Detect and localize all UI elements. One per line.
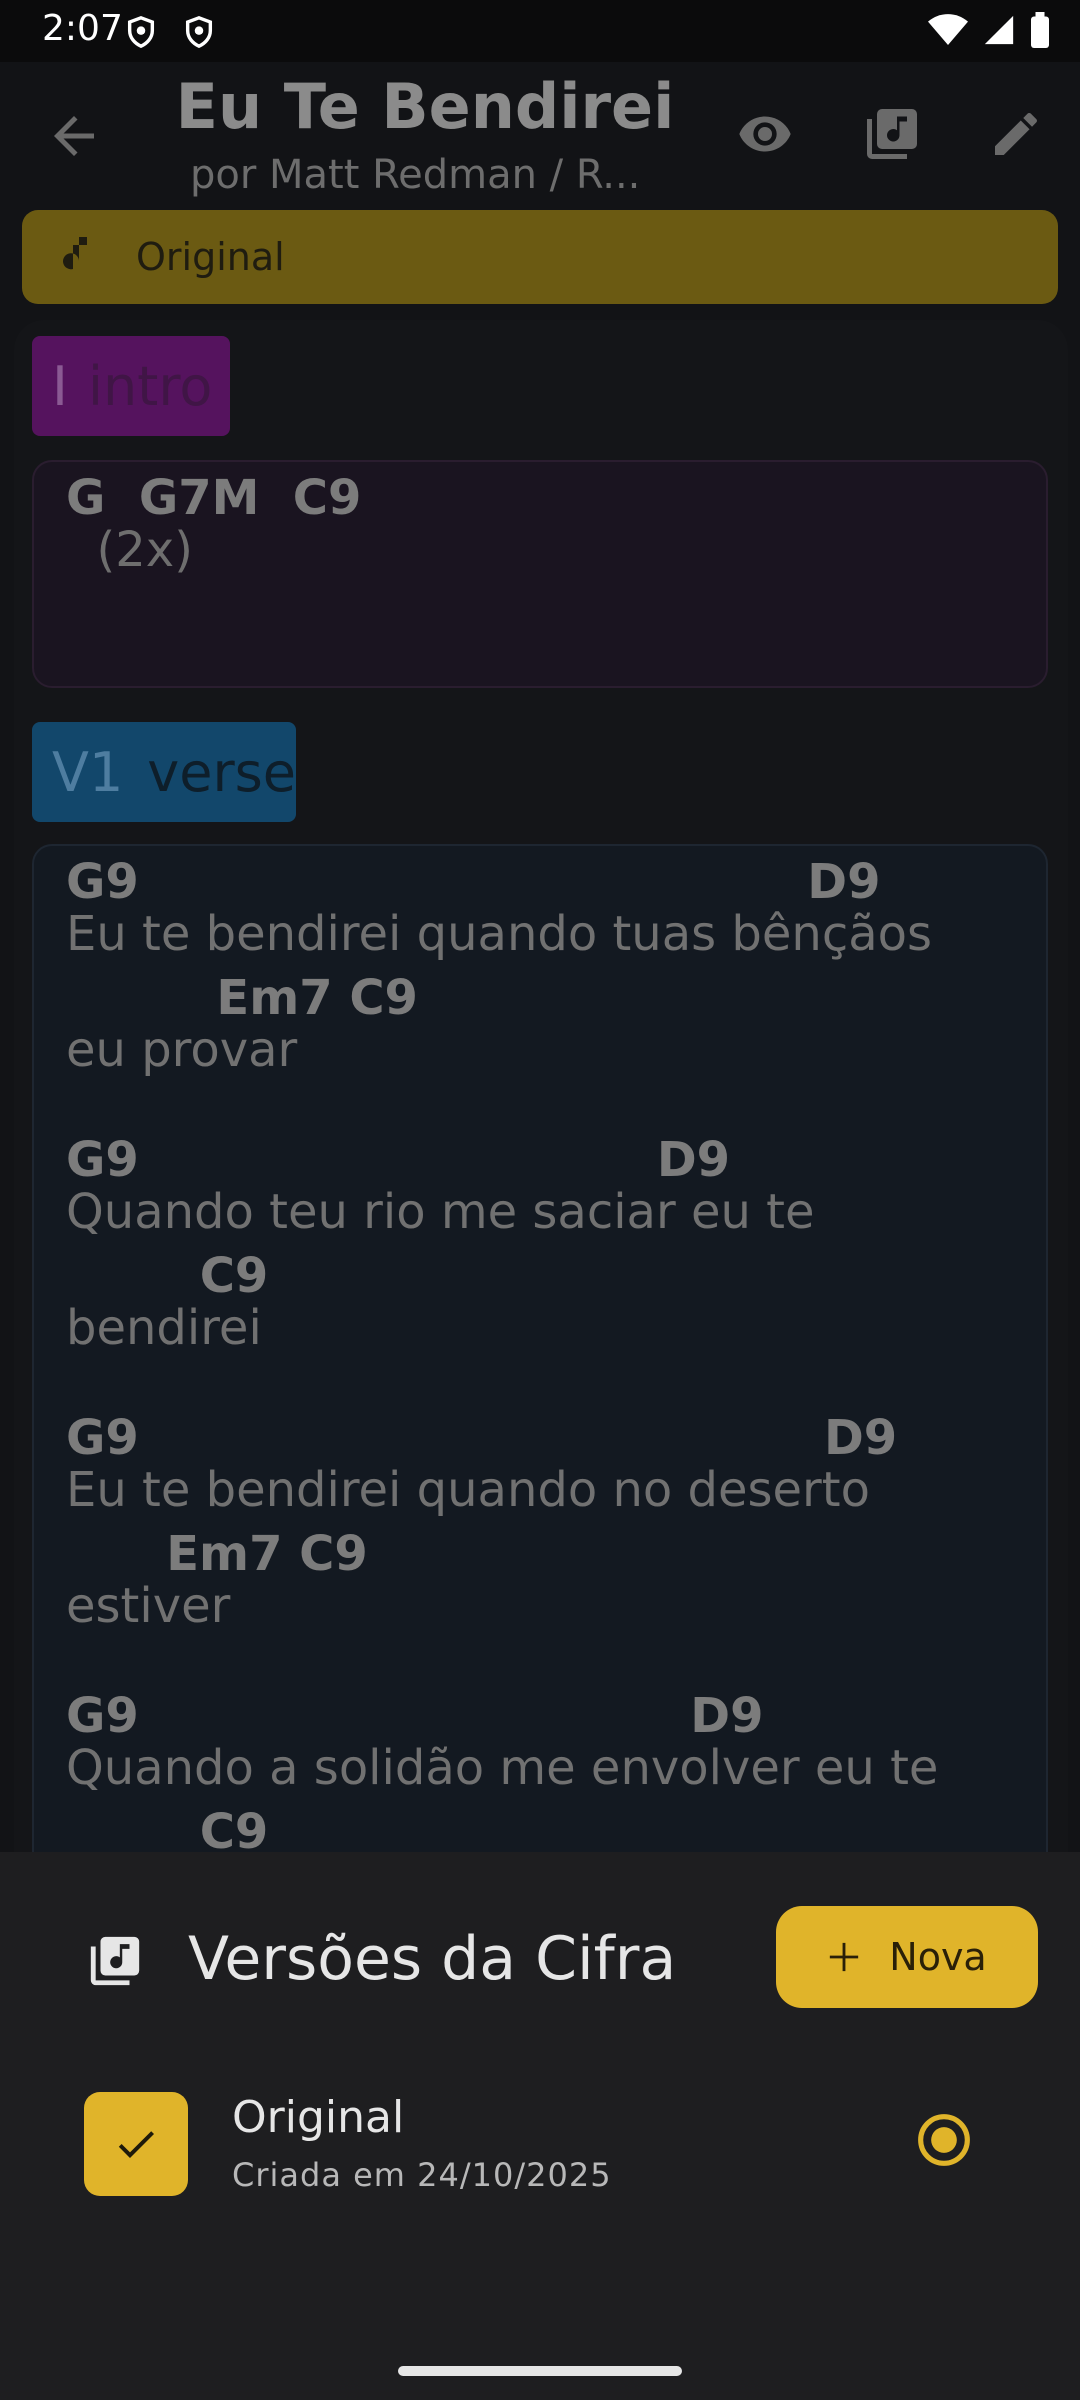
music-library-icon[interactable] — [862, 104, 922, 164]
chord-line: G9 D9 — [66, 1410, 898, 1466]
chord-line: G G7M C9 — [66, 470, 362, 526]
plus-icon — [830, 1942, 859, 1972]
lyric-line: eu provar — [66, 1022, 298, 1078]
battery-icon — [1031, 12, 1049, 48]
music-library-icon — [90, 1936, 140, 1986]
chord-line: G9 D9 — [66, 854, 881, 910]
sheet-title: Versões da Cifra — [188, 1924, 677, 1994]
app-bar: Eu Te Bendirei por Matt Redman / R... — [0, 62, 1080, 210]
chord-line: G9 D9 — [66, 1132, 731, 1188]
version-check-tile — [84, 2092, 188, 2196]
signal-icon — [984, 15, 1014, 45]
version-date: Criada em 24/10/2025 — [232, 2156, 612, 2194]
section-tag-verse[interactable]: V1 verse — [32, 722, 296, 822]
shield-icon — [127, 16, 155, 49]
section-code: I — [52, 354, 68, 418]
music-note-icon — [63, 237, 87, 270]
section-tag-intro[interactable]: I intro — [32, 336, 230, 436]
status-time: 2:07 — [42, 8, 123, 49]
repeat-note: (2x) — [66, 522, 193, 578]
song-artist: por Matt Redman / R... — [190, 152, 641, 198]
version-chip-label: Original — [136, 235, 285, 279]
shield-icon — [185, 16, 213, 49]
chord-line: G9 D9 — [66, 1688, 764, 1744]
new-version-button[interactable]: Nova — [776, 1906, 1038, 2008]
lyric-line: Eu te bendirei quando no deserto — [66, 1462, 870, 1518]
lyric-line: Quando teu rio me saciar eu te — [66, 1184, 815, 1240]
lyric-line: Quando a solidão me envolver eu te — [66, 1740, 939, 1796]
song-title: Eu Te Bendirei — [175, 70, 675, 143]
chord-line: C9 — [66, 1248, 269, 1304]
version-name: Original — [232, 2092, 405, 2143]
section-name: intro — [87, 354, 213, 418]
section-code: V1 — [52, 740, 124, 804]
versions-bottom-sheet: Versões da Cifra Nova Original Criada em… — [0, 1852, 1080, 2400]
chord-line: Em7 C9 — [66, 1526, 368, 1582]
eye-icon[interactable] — [730, 106, 800, 162]
lyric-line: bendirei — [66, 1300, 262, 1356]
radio-selected-icon[interactable] — [916, 2112, 972, 2168]
edit-icon[interactable] — [988, 106, 1044, 162]
lyric-line: Eu te bendirei quando tuas bênçãos — [66, 906, 932, 962]
check-icon — [118, 2131, 154, 2158]
home-indicator[interactable] — [398, 2366, 682, 2376]
version-list-item[interactable]: Original Criada em 24/10/2025 — [0, 2092, 1080, 2242]
wifi-icon — [928, 14, 968, 45]
lyric-line: estiver — [66, 1578, 231, 1634]
current-version-chip[interactable]: Original — [22, 210, 1058, 304]
new-version-label: Nova — [889, 1935, 987, 1979]
status-bar: 2:07 — [0, 0, 1080, 62]
chord-line: Em7 C9 — [66, 970, 418, 1026]
section-name: verse — [147, 740, 297, 804]
